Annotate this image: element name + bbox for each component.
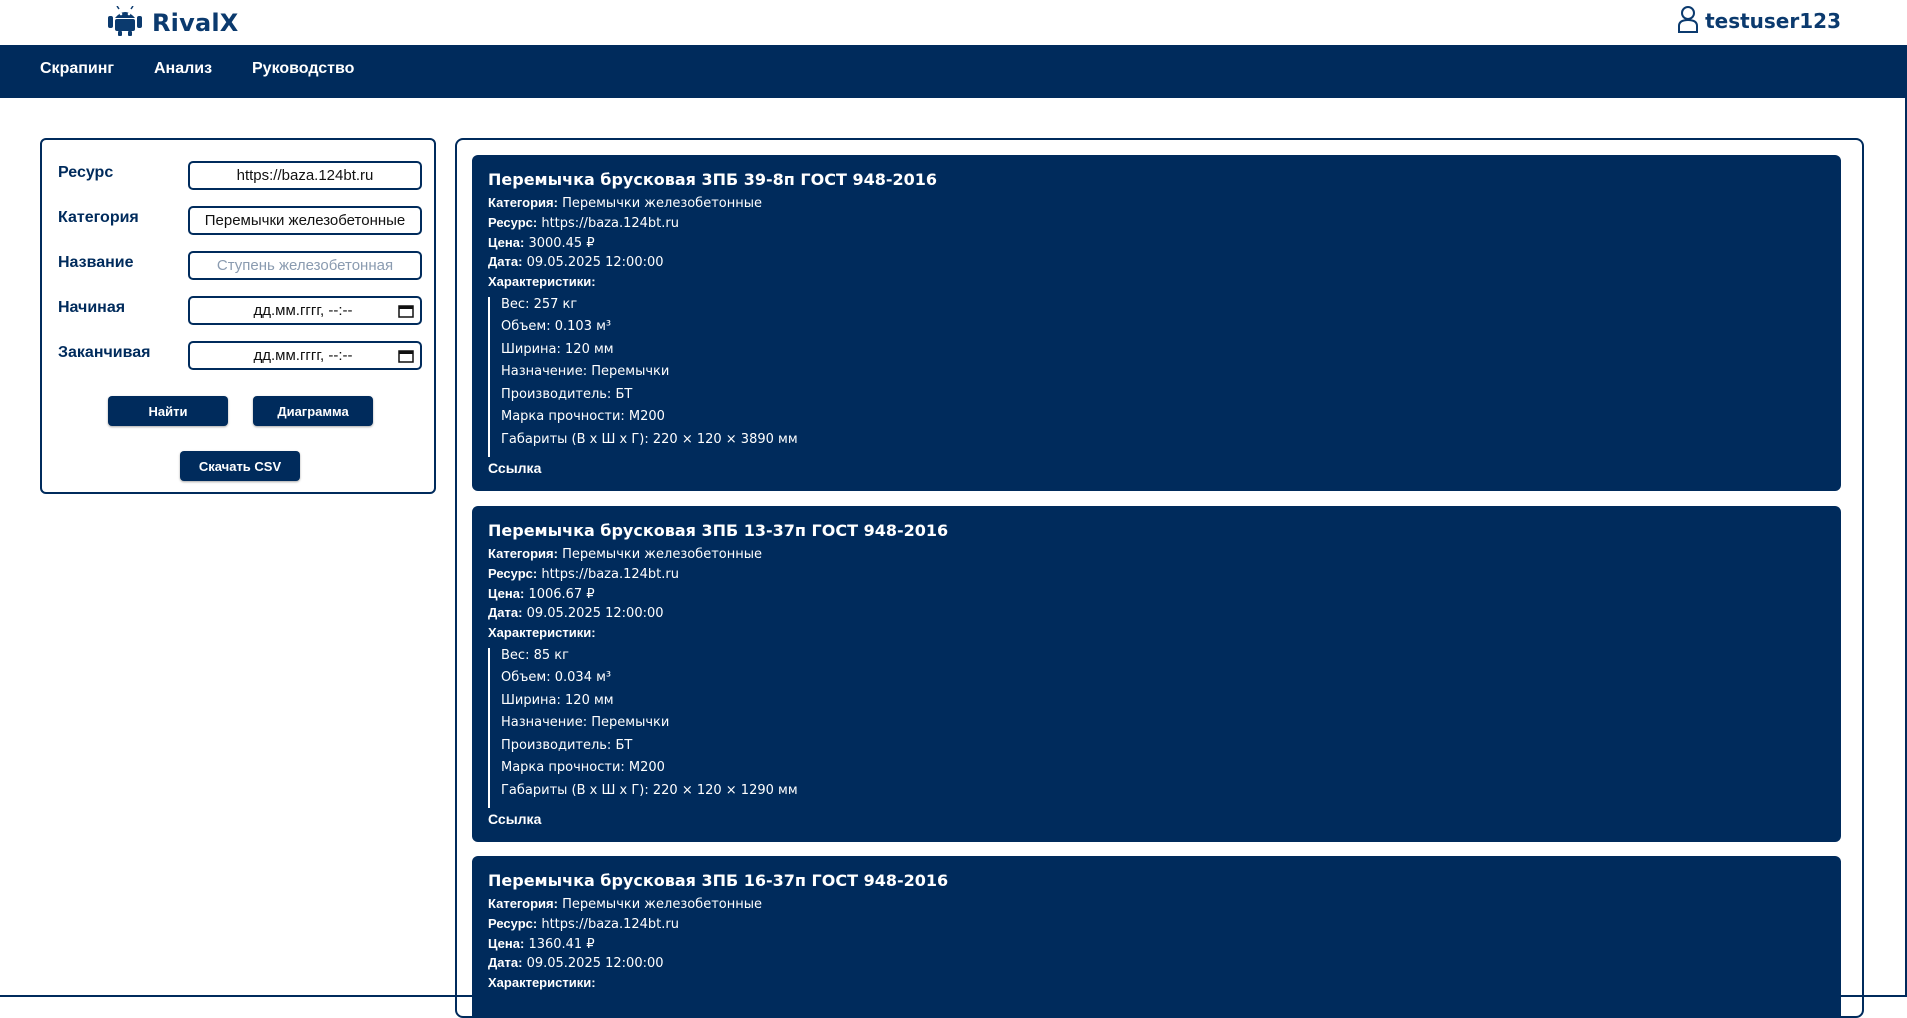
product-date-row: Дата: 09.05.2025 12:00:00: [488, 605, 664, 621]
characteristics-key: Характеристики:: [488, 274, 596, 289]
category-input[interactable]: Перемычки железобетонные: [188, 206, 422, 235]
price-key: Цена:: [488, 235, 525, 250]
product-price-row: Цена: 1360.41 ₽: [488, 936, 595, 952]
user-menu[interactable]: testuser123: [1677, 5, 1841, 37]
calendar-icon[interactable]: [398, 349, 414, 363]
spec-list: Вес: 85 кг Объем: 0.034 м³ Ширина: 120 м…: [488, 648, 890, 808]
filter-panel: Ресурс https://baza.124bt.ru Категория П…: [40, 138, 436, 494]
spec-item: Габариты (В х Ш х Г): 220 × 120 × 1290 м…: [501, 783, 798, 798]
spec-item: Марка прочности: М200: [501, 760, 665, 775]
spec-item: Производитель: БТ: [501, 387, 633, 402]
end-date-label: Заканчивая: [58, 344, 151, 361]
product-date-row: Дата: 09.05.2025 12:00:00: [488, 955, 664, 971]
nav-item-scraping[interactable]: Скрапинг: [40, 60, 114, 78]
product-title: Перемычка брусковая 3ПБ 39-8п ГОСТ 948-2…: [488, 170, 938, 189]
chart-button[interactable]: Диаграмма: [253, 396, 373, 426]
category-key: Категория:: [488, 546, 558, 561]
spec-item: Назначение: Перемычки: [501, 715, 670, 730]
spec-item: Ширина: 120 мм: [501, 342, 614, 357]
product-resource: https://baza.124bt.ru: [541, 567, 679, 582]
category-label: Категория: [58, 209, 139, 226]
spec-item: Вес: 85 кг: [501, 648, 569, 663]
spec-item: Ширина: 120 мм: [501, 693, 614, 708]
product-category-row: Категория: Перемычки железобетонные: [488, 896, 762, 912]
android-robot-icon: [104, 5, 146, 40]
product-date: 09.05.2025 12:00:00: [526, 956, 664, 971]
spec-item: Объем: 0.034 м³: [501, 670, 612, 685]
product-title: Перемычка брусковая 3ПБ 13-37п ГОСТ 948-…: [488, 521, 949, 540]
product-date-row: Дата: 09.05.2025 12:00:00: [488, 254, 664, 270]
product-price-row: Цена: 3000.45 ₽: [488, 235, 595, 251]
price-key: Цена:: [488, 936, 525, 951]
end-date-placeholder: дд.мм.гггг, --:--: [253, 347, 353, 364]
nav-item-guide[interactable]: Руководство: [252, 60, 354, 78]
product-category: Перемычки железобетонные: [562, 547, 762, 562]
download-csv-button[interactable]: Скачать CSV: [180, 451, 300, 481]
find-button[interactable]: Найти: [108, 396, 228, 426]
product-title: Перемычка брусковая 3ПБ 16-37п ГОСТ 948-…: [488, 871, 949, 890]
spec-item: Назначение: Перемычки: [501, 364, 670, 379]
product-card: Перемычка брусковая 3ПБ 16-37п ГОСТ 948-…: [472, 856, 1841, 1016]
nav-item-analysis[interactable]: Анализ: [154, 60, 212, 78]
product-date: 09.05.2025 12:00:00: [526, 255, 664, 270]
product-category-row: Категория: Перемычки железобетонные: [488, 195, 762, 211]
resource-input-value: https://baza.124bt.ru: [236, 167, 374, 184]
calendar-icon[interactable]: [398, 304, 414, 318]
product-date: 09.05.2025 12:00:00: [526, 606, 664, 621]
product-resource-row: Ресурс: https://baza.124bt.ru: [488, 566, 679, 582]
spec-item: Марка прочности: М200: [501, 409, 665, 424]
spec-item: Производитель: БТ: [501, 738, 633, 753]
user-icon: [1677, 5, 1699, 37]
product-price: 3000.45 ₽: [528, 236, 595, 251]
category-key: Категория:: [488, 195, 558, 210]
product-characteristics-row: Характеристики:: [488, 975, 596, 991]
start-date-input[interactable]: дд.мм.гггг, --:--: [188, 296, 422, 325]
end-date-input[interactable]: дд.мм.гггг, --:--: [188, 341, 422, 370]
resource-key: Ресурс:: [488, 215, 538, 230]
product-card: Перемычка брусковая 3ПБ 13-37п ГОСТ 948-…: [472, 506, 1841, 842]
start-date-placeholder: дд.мм.гггг, --:--: [253, 302, 353, 319]
top-header: RivalX testuser123: [0, 0, 1907, 45]
characteristics-key: Характеристики:: [488, 975, 596, 990]
product-resource-row: Ресурс: https://baza.124bt.ru: [488, 916, 679, 932]
characteristics-key: Характеристики:: [488, 625, 596, 640]
logo[interactable]: RivalX: [104, 5, 239, 40]
date-key: Дата:: [488, 605, 523, 620]
spec-item: Объем: 0.103 м³: [501, 319, 612, 334]
product-link[interactable]: Ссылка: [488, 460, 541, 476]
results-panel[interactable]: Перемычка брусковая 3ПБ 39-8п ГОСТ 948-2…: [455, 138, 1864, 1018]
resource-key: Ресурс:: [488, 916, 538, 931]
category-input-value: Перемычки железобетонные: [204, 212, 406, 229]
start-date-label: Начиная: [58, 299, 126, 316]
spec-item: Габариты (В х Ш х Г): 220 × 120 × 3890 м…: [501, 432, 798, 447]
product-characteristics-row: Характеристики:: [488, 274, 596, 290]
product-card: Перемычка брусковая 3ПБ 39-8п ГОСТ 948-2…: [472, 155, 1841, 491]
product-resource: https://baza.124bt.ru: [541, 216, 679, 231]
spec-list: Вес: 257 кг Объем: 0.103 м³ Ширина: 120 …: [488, 297, 890, 457]
date-key: Дата:: [488, 955, 523, 970]
logo-text: RivalX: [152, 9, 239, 37]
product-resource-row: Ресурс: https://baza.124bt.ru: [488, 215, 679, 231]
resource-key: Ресурс:: [488, 566, 538, 581]
product-link[interactable]: Ссылка: [488, 811, 541, 827]
resource-input[interactable]: https://baza.124bt.ru: [188, 161, 422, 190]
date-key: Дата:: [488, 254, 523, 269]
product-price-row: Цена: 1006.67 ₽: [488, 586, 595, 602]
name-input[interactable]: Ступень железобетонная: [188, 251, 422, 280]
product-category: Перемычки железобетонные: [562, 196, 762, 211]
price-key: Цена:: [488, 586, 525, 601]
spec-item: Вес: 257 кг: [501, 297, 578, 312]
main-nav: Скрапинг Анализ Руководство: [0, 45, 1907, 98]
product-category: Перемычки железобетонные: [562, 897, 762, 912]
name-label: Название: [58, 254, 134, 271]
name-input-placeholder: Ступень железобетонная: [216, 257, 394, 274]
product-price: 1006.67 ₽: [528, 587, 595, 602]
resource-label: Ресурс: [58, 164, 114, 181]
category-key: Категория:: [488, 896, 558, 911]
product-characteristics-row: Характеристики:: [488, 625, 596, 641]
username: testuser123: [1705, 9, 1841, 33]
product-price: 1360.41 ₽: [528, 937, 595, 952]
product-resource: https://baza.124bt.ru: [541, 917, 679, 932]
product-category-row: Категория: Перемычки железобетонные: [488, 546, 762, 562]
